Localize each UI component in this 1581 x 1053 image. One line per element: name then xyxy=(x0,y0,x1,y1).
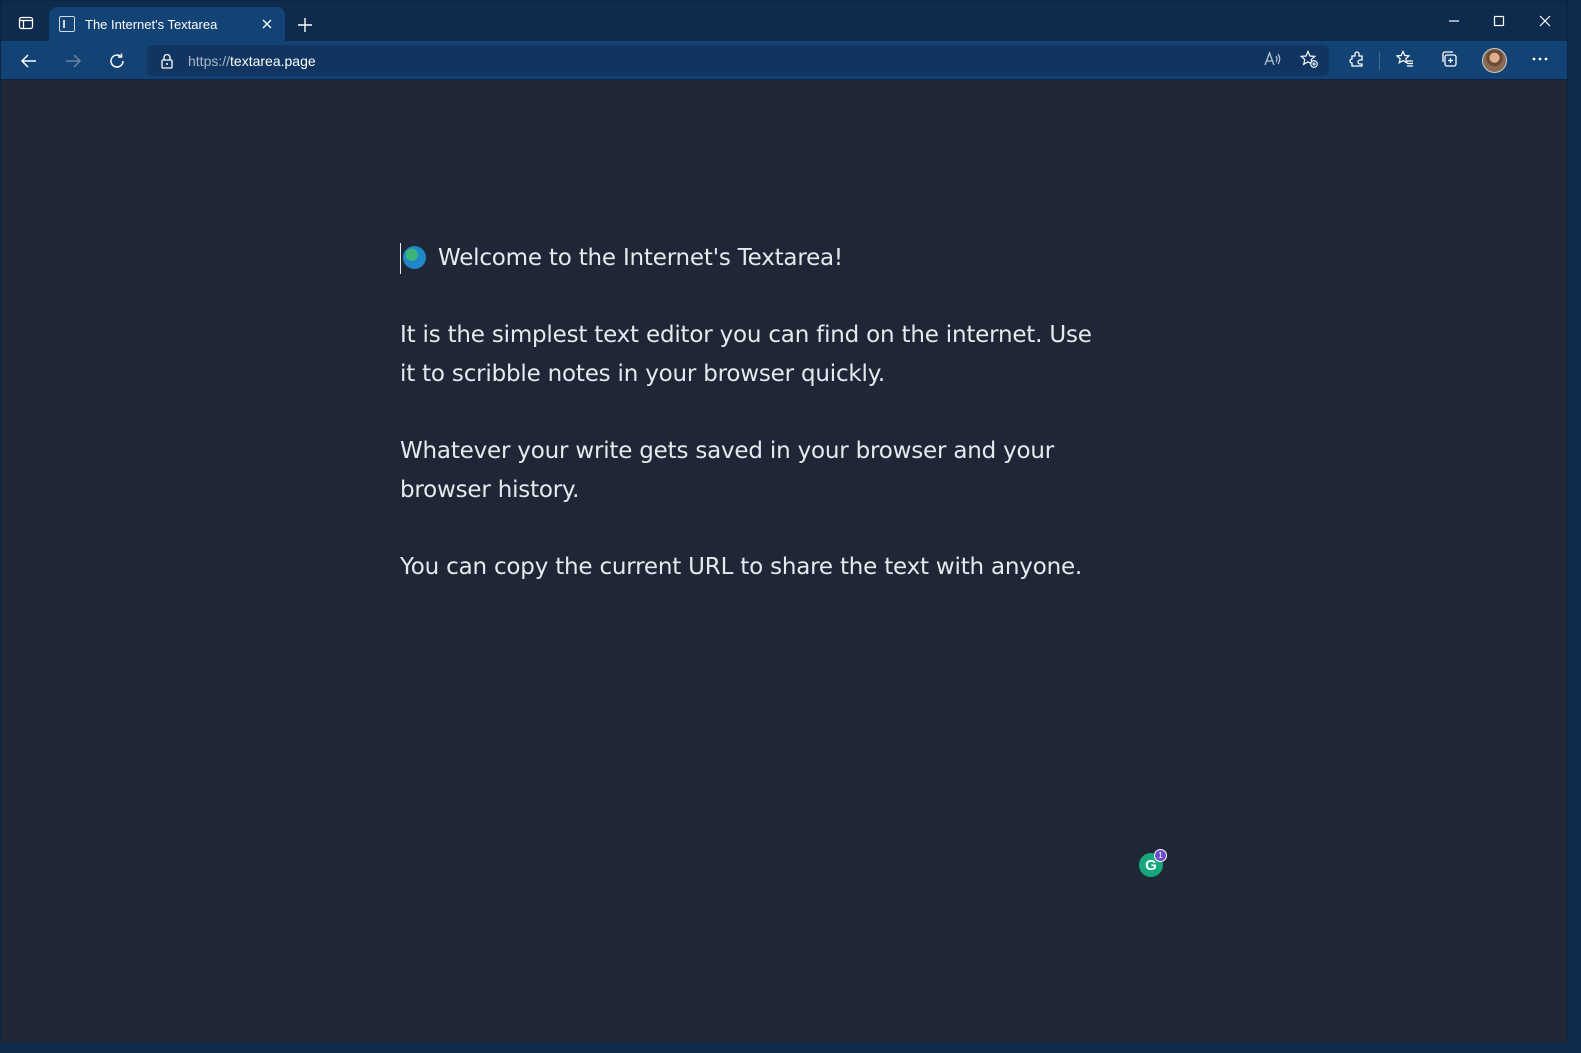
maximize-icon[interactable] xyxy=(1484,7,1514,35)
tab-actions-icon[interactable] xyxy=(11,9,41,37)
browser-toolbar: https://textarea.page xyxy=(1,41,1567,80)
browser-window: The Internet's Textarea https://textarea… xyxy=(0,0,1568,1044)
editor-paragraph: It is the simplest text editor you can f… xyxy=(400,322,1092,387)
page-content: Welcome to the Internet's Textarea! It i… xyxy=(1,81,1567,1043)
address-bar[interactable]: https://textarea.page xyxy=(147,45,1329,76)
plus-icon[interactable] xyxy=(291,11,319,39)
textarea-editor[interactable]: Welcome to the Internet's Textarea! It i… xyxy=(400,239,1110,625)
tab-strip: The Internet's Textarea xyxy=(1,1,1567,41)
browser-tab[interactable]: The Internet's Textarea xyxy=(49,7,285,41)
back-arrow-icon[interactable] xyxy=(14,46,44,76)
refresh-icon[interactable] xyxy=(102,46,132,76)
url-protocol: https:// xyxy=(188,52,231,69)
read-aloud-icon[interactable] xyxy=(1259,45,1287,73)
tab-title: The Internet's Textarea xyxy=(85,16,218,32)
globe-icon xyxy=(403,246,426,269)
editor-paragraph: Whatever your write gets saved in your b… xyxy=(400,438,1055,503)
extensions-icon[interactable] xyxy=(1343,45,1371,73)
profile-avatar[interactable] xyxy=(1482,48,1507,73)
page-favicon-icon xyxy=(59,16,75,32)
editor-paragraph: You can copy the current URL to share th… xyxy=(400,554,1083,580)
tab-close-icon[interactable] xyxy=(259,16,275,32)
url-host: textarea.page xyxy=(230,52,316,69)
grammarly-badge: 1 xyxy=(1154,849,1167,862)
toolbar-divider xyxy=(1379,52,1380,70)
text-caret xyxy=(400,243,401,274)
collections-icon[interactable] xyxy=(1435,45,1463,73)
more-icon[interactable] xyxy=(1526,45,1554,73)
minimize-icon[interactable] xyxy=(1439,7,1469,35)
forward-arrow-icon[interactable] xyxy=(58,46,88,76)
favorites-icon[interactable] xyxy=(1391,45,1419,73)
welcome-text: Welcome to the Internet's Textarea! xyxy=(438,245,843,271)
welcome-line: Welcome to the Internet's Textarea! xyxy=(400,239,1110,278)
lock-icon[interactable] xyxy=(159,53,175,69)
url-text: https://textarea.page xyxy=(188,53,316,69)
close-icon[interactable] xyxy=(1530,7,1560,35)
add-favorite-icon[interactable] xyxy=(1295,45,1323,73)
